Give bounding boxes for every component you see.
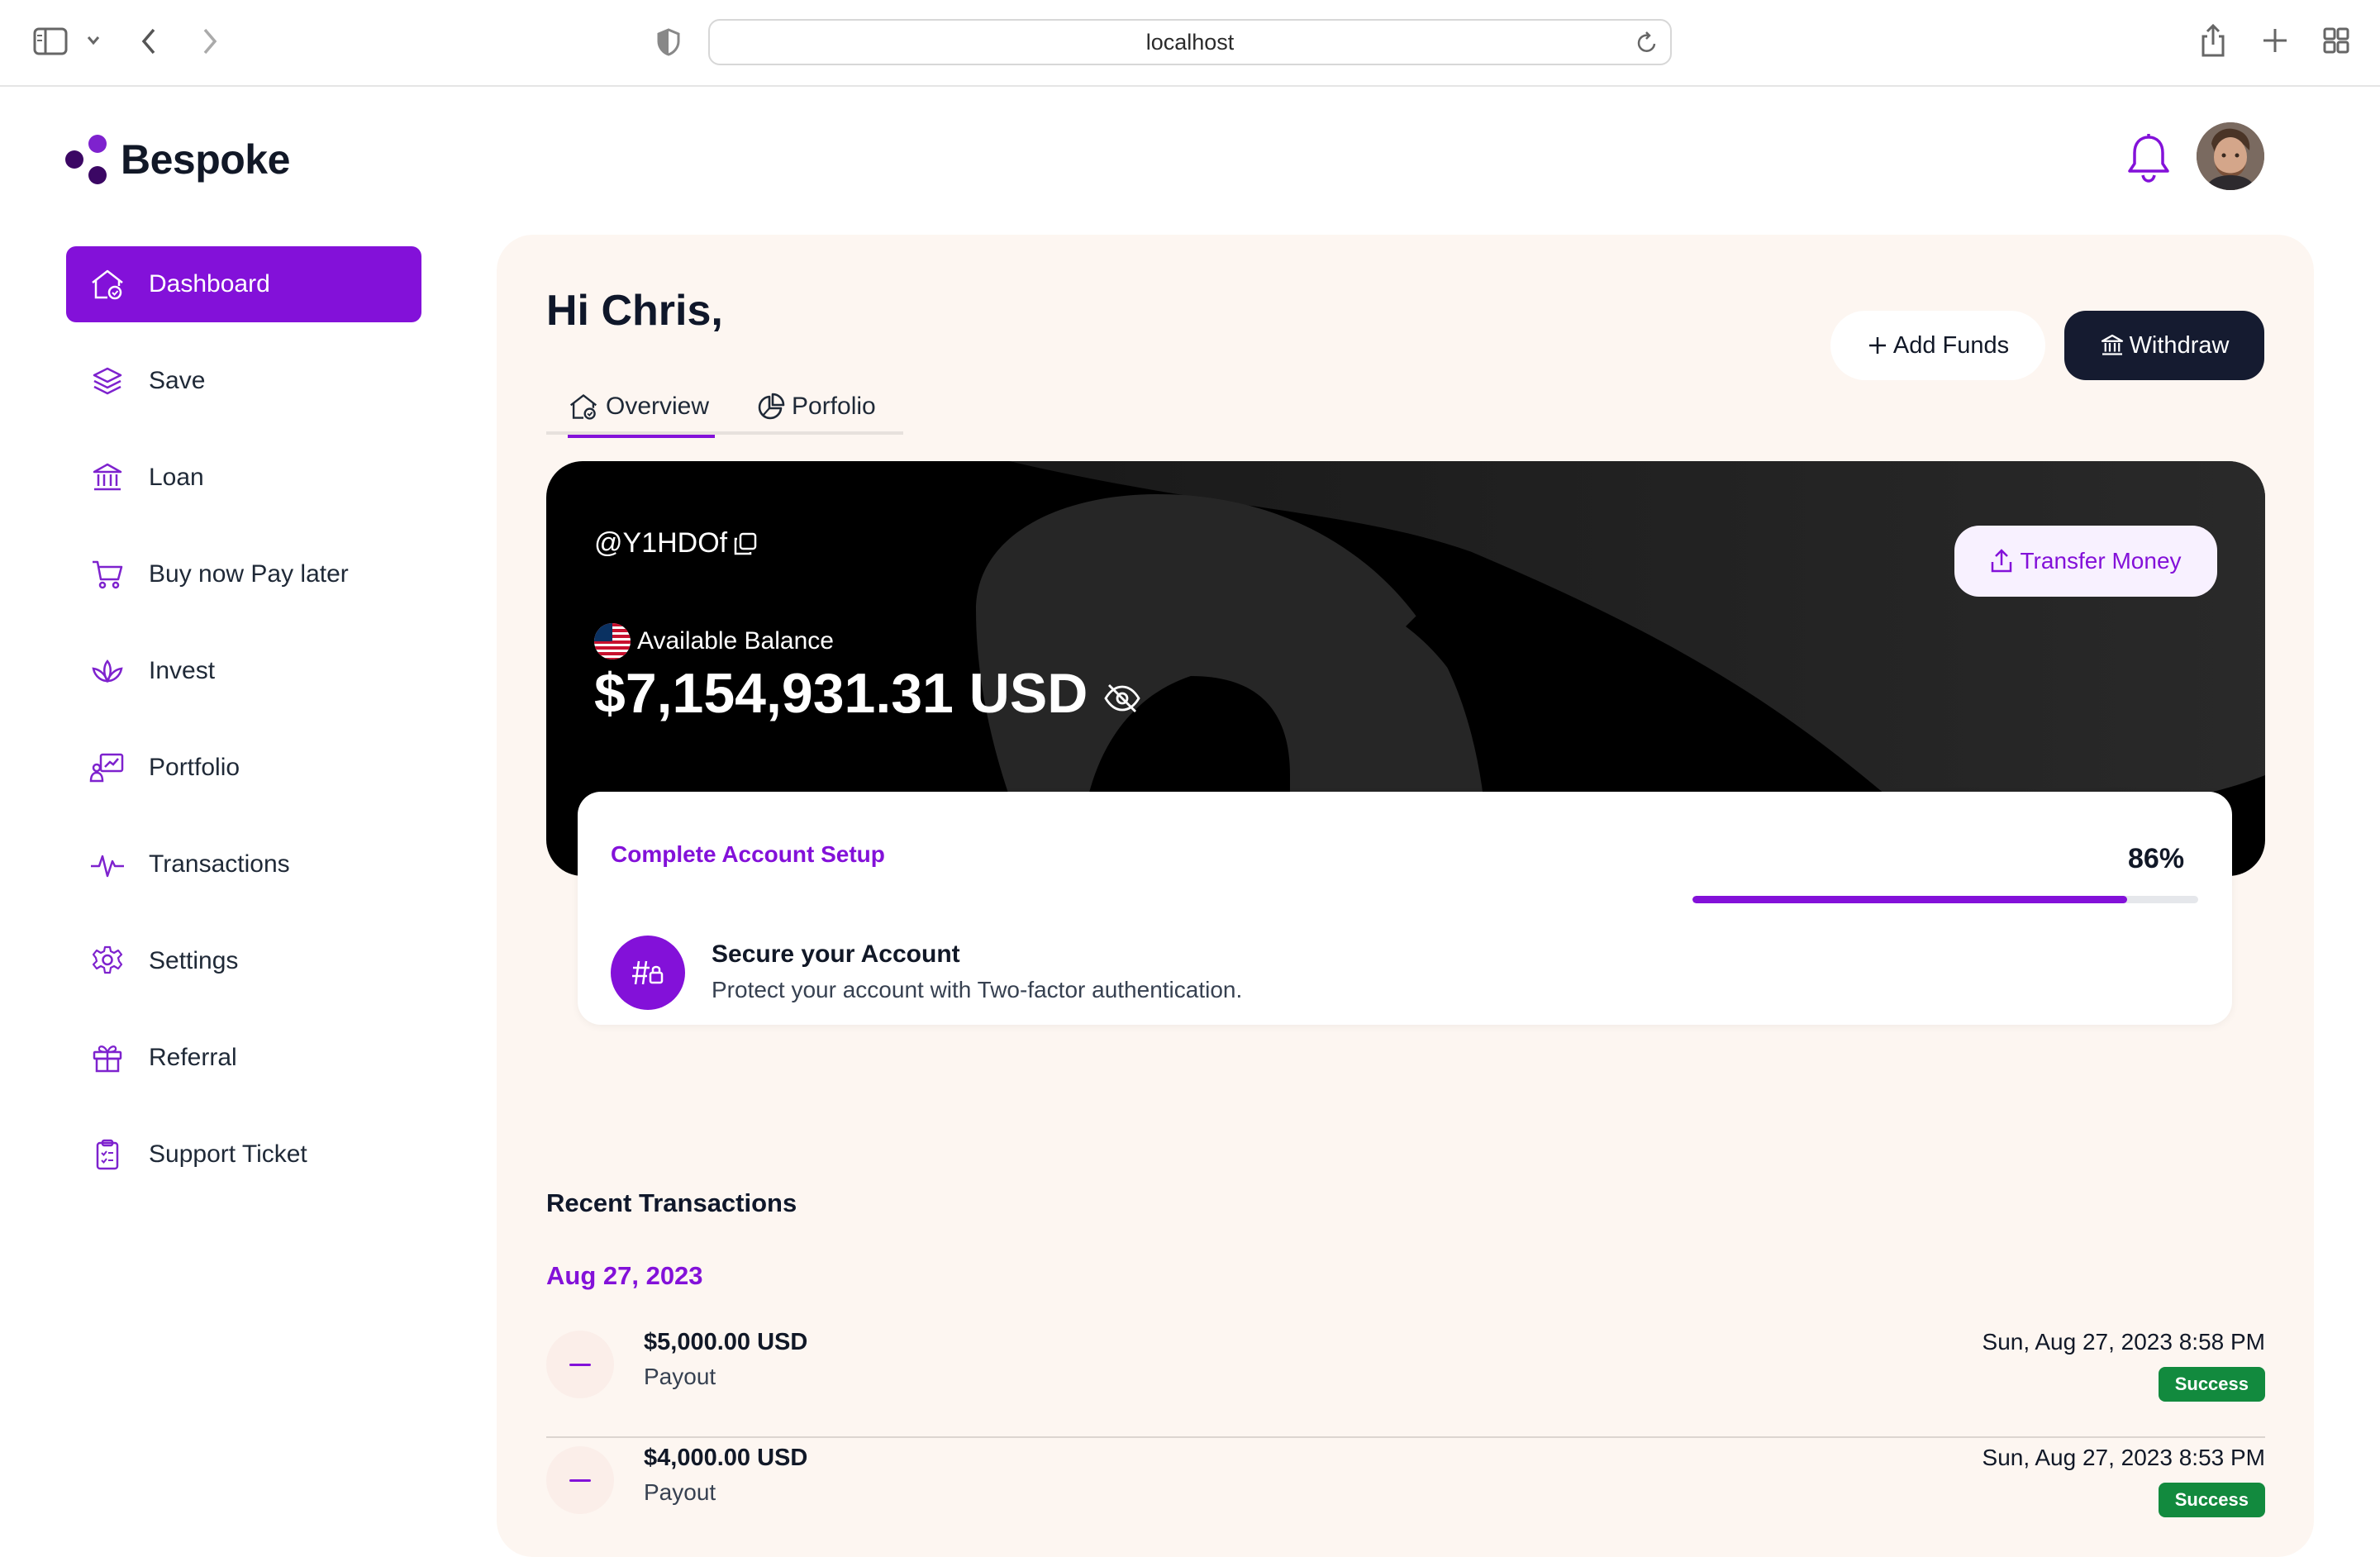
handle-text: @Y1HDOf [594, 527, 728, 559]
tab-bar: Overview Porfolio [546, 379, 903, 438]
user-avatar[interactable] [2197, 122, 2264, 190]
reload-icon[interactable] [1635, 31, 1659, 61]
tab-overview-icon[interactable] [2322, 26, 2350, 55]
transaction-time: Sun, Aug 27, 2023 8:58 PM [1982, 1329, 2265, 1355]
sidebar-toggle-icon[interactable] [33, 26, 68, 56]
back-icon[interactable] [139, 26, 160, 56]
plus-icon [1868, 337, 1886, 354]
transfer-money-label: Transfer Money [2020, 548, 2182, 574]
main-panel: Hi Chris, Overview Porfolio Add Funds Wi… [497, 235, 2314, 1557]
home-icon [88, 264, 127, 304]
cart-icon [88, 555, 127, 594]
transaction-type: Payout [644, 1364, 716, 1389]
secure-account-description: Protect your account with Two-factor aut… [712, 977, 1243, 1002]
sidebar-item-label: Support Ticket [149, 1140, 307, 1168]
browser-toolbar: localhost [0, 0, 2380, 87]
gear-icon [88, 941, 127, 981]
us-flag-icon [594, 623, 631, 659]
setup-progress-bar [1692, 896, 2198, 903]
sidebar-item-invest[interactable]: Invest [66, 633, 421, 709]
recent-transactions-heading: Recent Transactions [546, 1188, 797, 1217]
minus-icon [546, 1331, 614, 1398]
setup-progress-fill [1692, 896, 2128, 903]
transaction-row[interactable]: $4,000.00 USD Payout Sun, Aug 27, 2023 8… [546, 1438, 2265, 1554]
account-setup-card: Complete Account Setup 86% Secure your A… [578, 792, 2232, 1025]
copy-icon[interactable] [732, 531, 759, 557]
sidebar-item-settings[interactable]: Settings [66, 923, 421, 999]
clipboard-icon [88, 1135, 127, 1174]
tab-overview[interactable]: Overview [568, 379, 715, 438]
two-factor-lock-icon[interactable] [611, 936, 685, 1010]
pie-chart-icon [758, 393, 785, 420]
tab-label: Porfolio [792, 393, 876, 420]
sidebar-item-label: Loan [149, 464, 204, 491]
transaction-time: Sun, Aug 27, 2023 8:53 PM [1982, 1445, 2265, 1470]
balance-amount: $7,154,931.31 USD [594, 661, 1142, 726]
sidebar-item-referral[interactable]: Referral [66, 1020, 421, 1096]
balance-value: $7,154,931.31 USD [594, 662, 1088, 725]
sidebar-item-label: Save [149, 367, 206, 394]
notification-bell-icon[interactable] [2124, 132, 2173, 189]
sidebar-item-label: Dashboard [149, 270, 270, 298]
minus-icon [546, 1446, 614, 1514]
sidebar-item-label: Settings [149, 947, 239, 974]
transaction-amount: $5,000.00 USD [644, 1329, 808, 1355]
sidebar-item-loan[interactable]: Loan [66, 440, 421, 516]
shield-icon[interactable] [656, 28, 681, 56]
url-text: localhost [1145, 29, 1235, 55]
available-balance-text: Available Balance [637, 627, 834, 655]
brand-name: Bespoke [121, 136, 290, 183]
sidebar-item-label: Invest [149, 657, 216, 684]
sidebar-item-bnpl[interactable]: Buy now Pay later [66, 536, 421, 612]
bank-icon [88, 458, 127, 498]
withdraw-button[interactable]: Withdraw [2064, 311, 2264, 380]
transaction-row[interactable]: $5,000.00 USD Payout Sun, Aug 27, 2023 8… [546, 1322, 2265, 1438]
available-balance-label: Available Balance [594, 623, 834, 659]
pulse-icon [88, 845, 127, 884]
gift-icon [88, 1038, 127, 1078]
upload-icon [1992, 549, 2012, 573]
sidebar-item-dashboard[interactable]: Dashboard [66, 246, 421, 322]
sidebar-item-transactions[interactable]: Transactions [66, 826, 421, 902]
add-funds-label: Add Funds [1892, 331, 2010, 359]
sidebar-item-label: Transactions [149, 850, 290, 878]
transaction-amount: $4,000.00 USD [644, 1445, 808, 1471]
logo-mark-icon [65, 135, 107, 184]
account-handle: @Y1HDOf [594, 527, 759, 559]
sidebar-item-label: Portfolio [149, 754, 240, 781]
sidebar-item-label: Buy now Pay later [149, 560, 349, 588]
sidebar-item-portfolio[interactable]: Portfolio [66, 730, 421, 806]
greeting-title: Hi Chris, [546, 287, 723, 335]
withdraw-label: Withdraw [2129, 331, 2230, 359]
sidebar-item-support-ticket[interactable]: Support Ticket [66, 1117, 421, 1193]
tab-porfolio[interactable]: Porfolio [757, 379, 876, 435]
eye-off-icon[interactable] [1102, 682, 1142, 715]
sidebar-nav: Dashboard Save Loan Buy now Pay later In… [66, 246, 421, 1213]
transfer-money-button[interactable]: Transfer Money [1954, 526, 2217, 597]
layers-icon [88, 361, 127, 401]
bank-icon [2101, 334, 2123, 355]
tab-label: Overview [606, 393, 710, 420]
brand-logo[interactable]: Bespoke [64, 132, 290, 187]
chart-presentation-icon [88, 748, 127, 788]
transaction-type: Payout [644, 1479, 716, 1505]
transaction-date-group: Aug 27, 2023 [546, 1261, 703, 1290]
address-bar[interactable]: localhost [708, 19, 1672, 65]
setup-title[interactable]: Complete Account Setup [611, 841, 885, 868]
sidebar-item-label: Referral [149, 1044, 237, 1071]
status-badge: Success [2158, 1367, 2265, 1402]
add-funds-button[interactable]: Add Funds [1830, 311, 2045, 380]
home-icon [569, 394, 597, 420]
chevron-down-icon[interactable] [86, 35, 101, 46]
sidebar-item-save[interactable]: Save [66, 343, 421, 419]
status-badge: Success [2158, 1483, 2265, 1517]
forward-icon[interactable] [198, 26, 220, 56]
secure-account-title[interactable]: Secure your Account [712, 940, 960, 969]
share-icon[interactable] [2200, 23, 2226, 58]
lotus-icon [88, 651, 127, 691]
new-tab-icon[interactable] [2261, 26, 2289, 55]
setup-percent: 86% [2128, 843, 2185, 874]
